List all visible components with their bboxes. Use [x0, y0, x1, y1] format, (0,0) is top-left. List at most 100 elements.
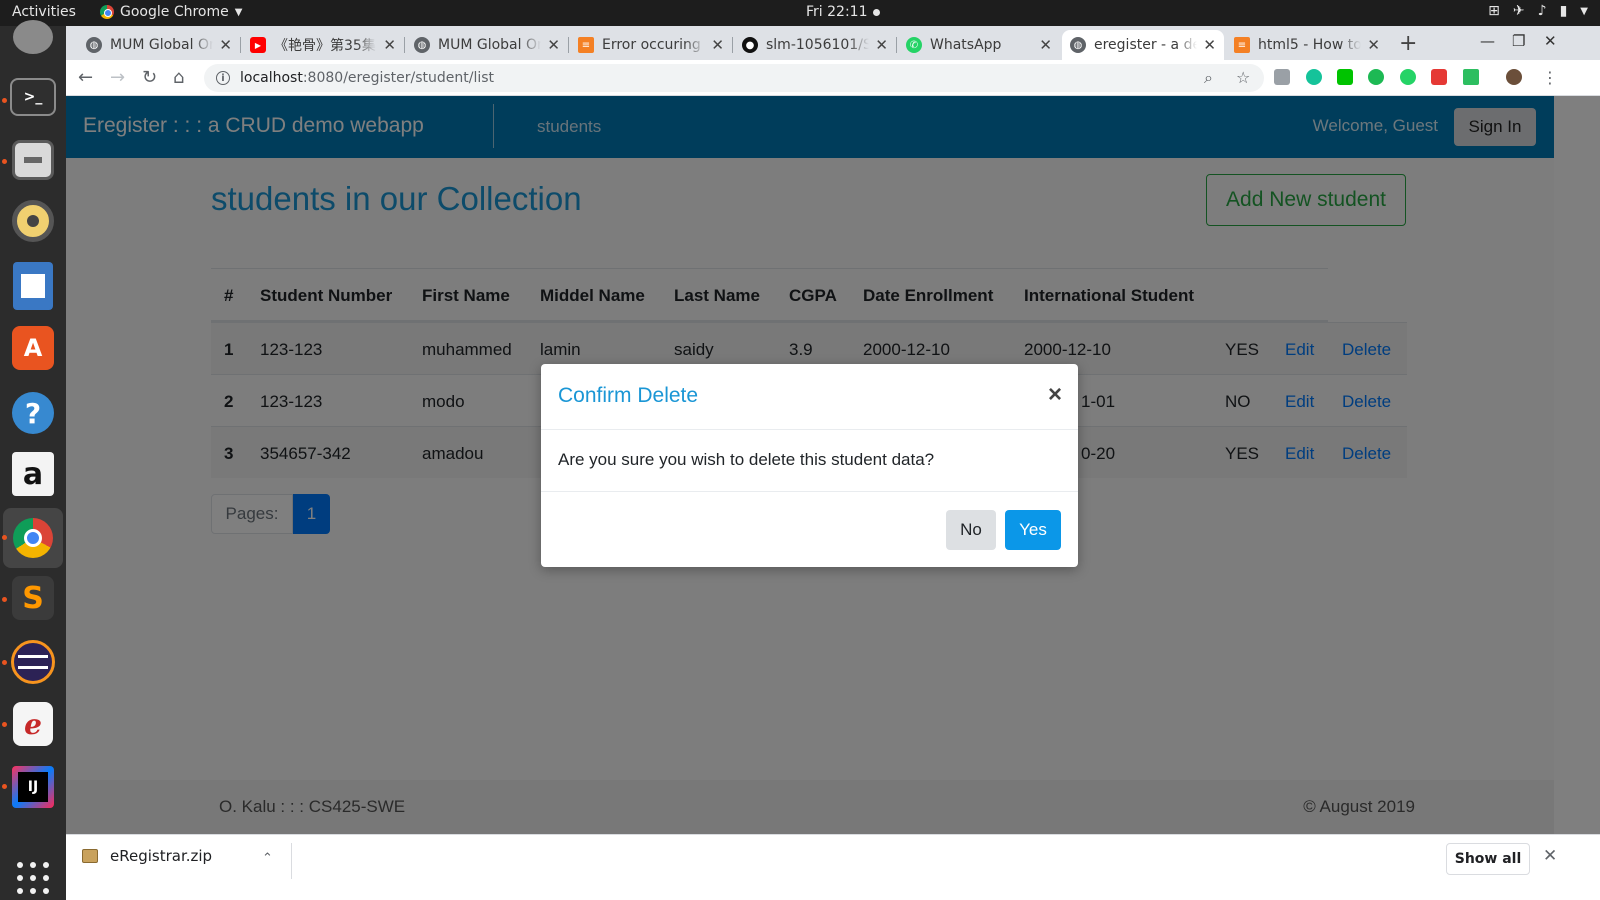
tab-mum-global-2[interactable]: ◍ MUM Global Or ✕: [406, 30, 568, 60]
globe-icon: ◍: [414, 37, 430, 53]
tab-youtube[interactable]: ▶ 《艳骨》第35集 ✕: [242, 30, 404, 60]
tab-whatsapp[interactable]: ✆ WhatsApp ✕: [898, 30, 1060, 60]
close-icon[interactable]: ✕: [1039, 36, 1052, 54]
profile-avatar[interactable]: [1506, 69, 1522, 85]
close-icon[interactable]: ✕: [547, 36, 560, 54]
terminal-icon: >_: [23, 89, 43, 105]
app-menu[interactable]: Google Chrome ▼: [100, 4, 242, 20]
intellij-icon: IJ: [18, 772, 48, 802]
airplane-mode-icon[interactable]: ✈: [1513, 3, 1525, 19]
whatsapp-icon: ✆: [906, 37, 922, 53]
dock-item-files[interactable]: [12, 140, 54, 180]
tab-title: slm-1056101/S: [766, 37, 870, 53]
close-icon[interactable]: ✕: [711, 36, 724, 54]
dock-item-software[interactable]: A: [12, 326, 54, 370]
help-icon: ?: [24, 396, 42, 430]
show-all-button[interactable]: Show all: [1446, 843, 1530, 875]
dock-item-help[interactable]: ?: [12, 392, 54, 434]
bookmark-star-icon[interactable]: ☆: [1236, 68, 1250, 87]
restore-icon[interactable]: ❐: [1512, 32, 1525, 50]
home-icon[interactable]: ⌂: [173, 67, 184, 88]
tab-eregister[interactable]: ◍ eregister - a de ✕: [1062, 30, 1224, 60]
tab-html5[interactable]: ≡ html5 - How to ✕: [1226, 30, 1388, 60]
reload-icon[interactable]: ↻: [142, 67, 157, 88]
tab-title: 《艳骨》第35集: [274, 38, 376, 54]
close-icon[interactable]: ×: [1048, 381, 1062, 409]
close-icon[interactable]: ✕: [1203, 36, 1216, 54]
back-arrow-icon[interactable]: ←: [78, 67, 93, 88]
dialog-footer: No Yes: [541, 491, 1078, 567]
grammarly-icon[interactable]: [1306, 69, 1322, 85]
line-extension-icon[interactable]: [1337, 69, 1353, 85]
github-icon: ●: [742, 37, 758, 53]
zoom-icon[interactable]: ⌕: [1204, 68, 1213, 88]
shelf-divider: [291, 843, 292, 879]
stackoverflow-icon: ≡: [578, 37, 594, 53]
battery-icon[interactable]: ▮: [1560, 3, 1568, 19]
url-host: localhost: [240, 70, 303, 86]
extension-cube-icon[interactable]: [1274, 69, 1290, 85]
yes-button[interactable]: Yes: [1005, 510, 1061, 550]
clock[interactable]: Fri 22:11: [806, 4, 881, 20]
site-info-icon[interactable]: i: [216, 71, 230, 85]
dock: >_ A ? a S ℯ IJ: [0, 20, 66, 900]
tab-title: MUM Global Or: [438, 37, 542, 53]
writer-icon: [21, 274, 45, 298]
close-icon[interactable]: ✕: [219, 36, 232, 54]
tab-mum-global-1[interactable]: ◍ MUM Global Or ✕: [78, 30, 240, 60]
system-menu-chevron-icon[interactable]: ▼: [1580, 6, 1588, 19]
tab-title: MUM Global Or: [110, 37, 214, 53]
youtube-icon: ▶: [250, 37, 266, 53]
window-close-icon[interactable]: ✕: [1544, 32, 1557, 50]
chevron-up-icon[interactable]: ⌃: [262, 851, 273, 866]
show-applications-button[interactable]: [17, 862, 49, 894]
minimize-icon[interactable]: —: [1480, 32, 1495, 50]
volume-icon[interactable]: ♪: [1538, 3, 1547, 19]
dock-item-terminal[interactable]: >_: [10, 78, 56, 116]
system-tray[interactable]: ⊞ ✈ ♪ ▮ ▼: [1488, 3, 1588, 19]
close-icon[interactable]: ✕: [1543, 846, 1557, 866]
no-button[interactable]: No: [946, 510, 996, 550]
dock-item-writer[interactable]: [13, 262, 53, 310]
url-path: :8080/eregister/student/list: [302, 70, 495, 86]
clock-label: Fri 22:11: [806, 4, 868, 20]
address-bar[interactable]: i localhost:8080/eregister/student/list: [204, 64, 1264, 92]
evernote-extension-icon[interactable]: [1463, 69, 1479, 85]
dock-item-amazon[interactable]: a: [12, 452, 54, 496]
close-icon[interactable]: ✕: [383, 36, 396, 54]
tab-github[interactable]: ● slm-1056101/S ✕: [734, 30, 896, 60]
close-icon[interactable]: ✕: [1367, 36, 1380, 54]
tab-title: eregister - a de: [1094, 37, 1198, 53]
forward-arrow-icon[interactable]: →: [110, 67, 125, 88]
share-extension-icon[interactable]: [1368, 69, 1384, 85]
dock-item-document-viewer[interactable]: ℯ: [13, 702, 53, 746]
browser-toolbar: ← → ↻ ⌂ i localhost:8080/eregister/stude…: [66, 60, 1600, 96]
network-icon[interactable]: ⊞: [1488, 3, 1500, 19]
tab-error-occuring[interactable]: ≡ Error occuring ✕: [570, 30, 732, 60]
dock-item-rhythmbox[interactable]: [12, 200, 54, 242]
dock-item-mail[interactable]: [13, 20, 53, 54]
chrome-icon: [100, 5, 114, 19]
dock-item-intellij[interactable]: IJ: [12, 766, 54, 808]
close-icon[interactable]: ✕: [875, 36, 888, 54]
eclipse-icon: [18, 655, 48, 669]
dock-item-eclipse[interactable]: [11, 640, 55, 684]
system-top-bar: Activities Google Chrome ▼ Fri 22:11 ⊞ ✈…: [0, 0, 1600, 26]
download-item[interactable]: eRegistrar.zip: [82, 847, 212, 865]
zip-file-icon: [82, 849, 98, 863]
chrome-icon: [13, 518, 53, 558]
globe-icon: ◍: [1070, 37, 1086, 53]
confirm-delete-dialog: Confirm Delete × Are you sure you wish t…: [541, 364, 1078, 567]
dock-item-sublime[interactable]: S: [12, 576, 54, 620]
new-tab-plus-icon[interactable]: +: [1399, 31, 1417, 56]
whatsapp-extension-icon[interactable]: [1400, 69, 1416, 85]
adblock-icon[interactable]: [1431, 69, 1447, 85]
running-indicator: [2, 597, 7, 602]
software-store-icon: A: [23, 334, 43, 362]
activities-button[interactable]: Activities: [12, 4, 76, 20]
kebab-menu-icon[interactable]: ⋮: [1542, 68, 1558, 87]
dock-item-chrome[interactable]: [3, 508, 63, 568]
dialog-title: Confirm Delete: [558, 384, 699, 407]
tab-title: Error occuring: [602, 37, 701, 53]
dialog-header: Confirm Delete ×: [541, 364, 1078, 430]
